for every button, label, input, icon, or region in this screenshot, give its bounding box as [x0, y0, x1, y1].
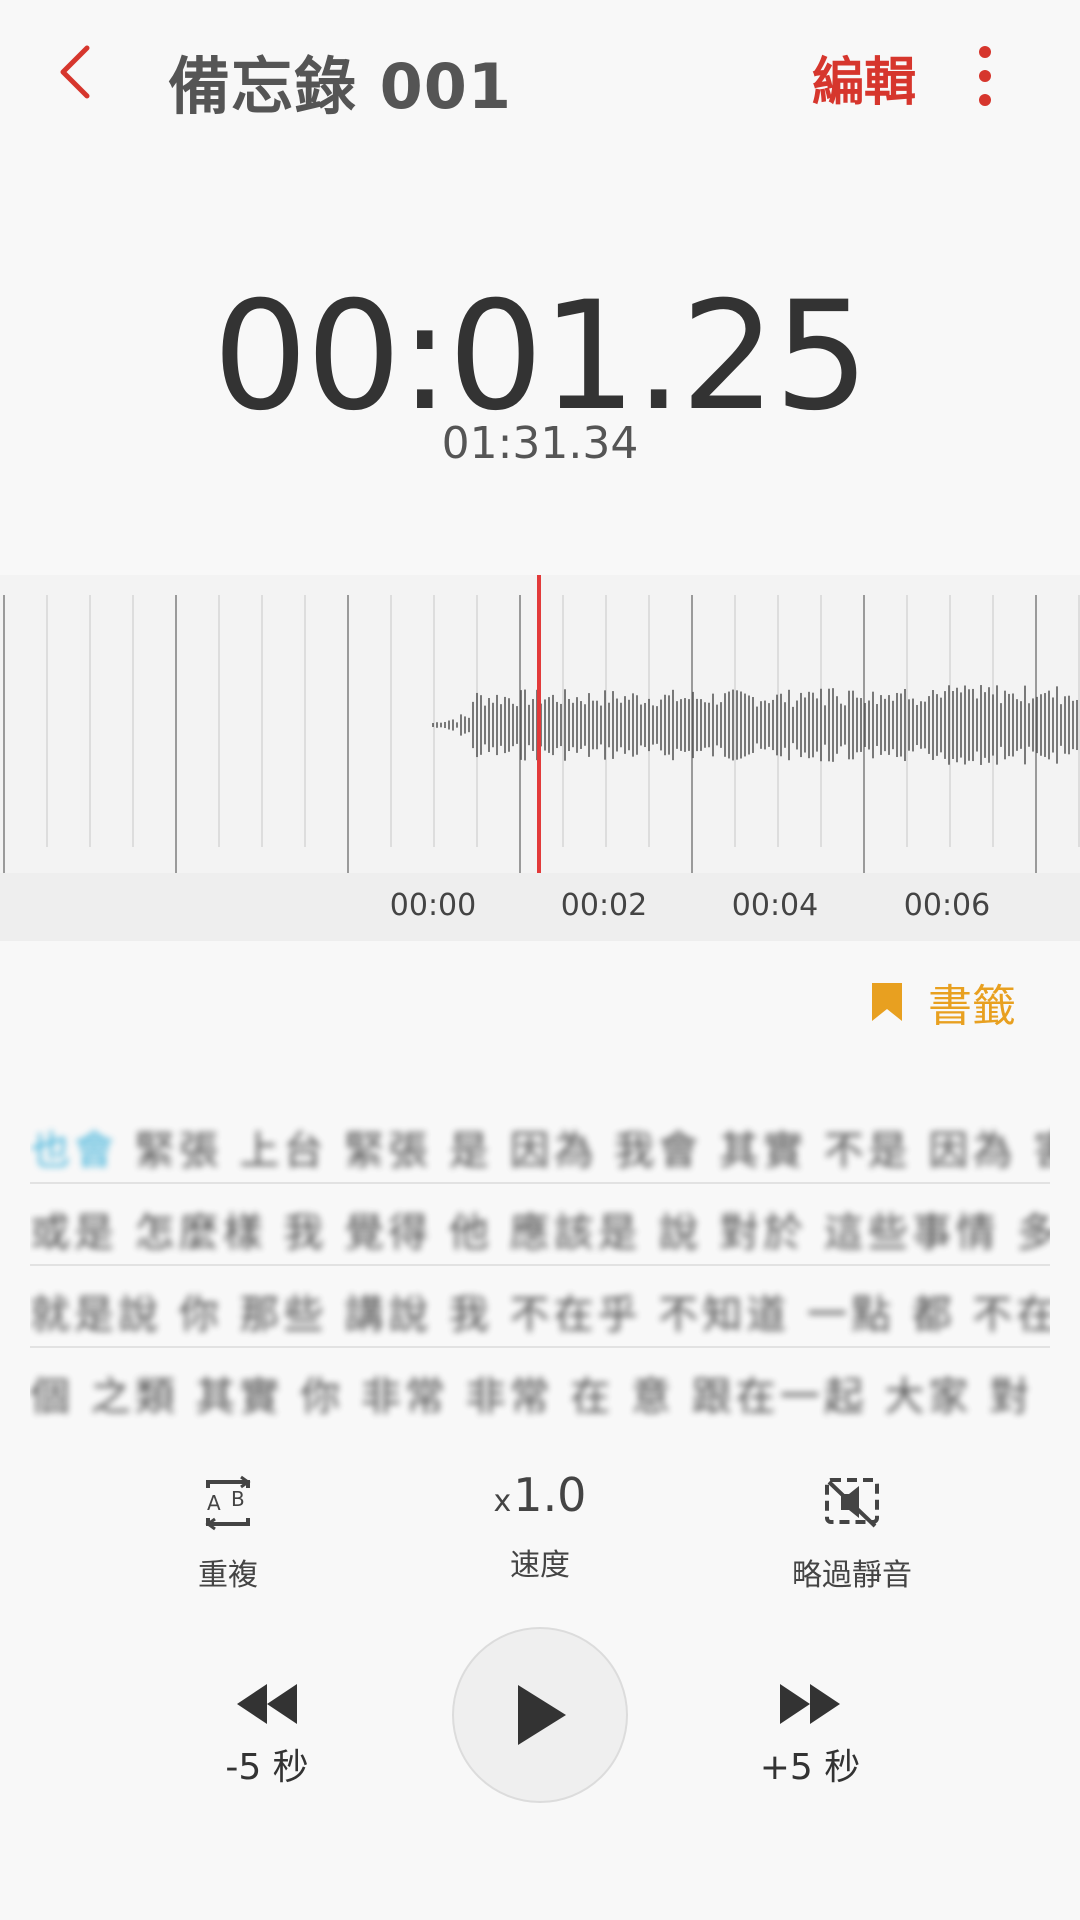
- waveform[interactable]: [0, 575, 1080, 873]
- tick-label: 00:02: [560, 888, 648, 923]
- transcript-line[interactable]: 或是 怎麼樣 我 覺得 他 應該是 說 對於 這些事情 多謝 也: [30, 1184, 1050, 1266]
- speed-label: 速度: [510, 1548, 570, 1583]
- transcript-text: 緊張 上台 緊張 是 因為 我會 其實 不是 因為 害怕: [118, 1128, 1050, 1174]
- transcript-text: 或是 怎麼樣 我 覺得 他 應該是 說 對於 這些事情 多謝 也: [30, 1210, 1050, 1256]
- app-header: 備忘錄 001 編輯: [0, 0, 1080, 150]
- transcript-current-word: 也會: [30, 1128, 118, 1174]
- repeat-button[interactable]: A B 重複: [118, 1474, 338, 1594]
- chevron-left-icon: [60, 45, 90, 99]
- rewind-label: -5 秒: [225, 1747, 309, 1788]
- transcript-line[interactable]: 個 之類 其實 你 非常 非常 在 意 跟在一起 大家 對 重點: [30, 1348, 1050, 1428]
- speed-value: x1.0: [430, 1468, 650, 1522]
- fast-forward-icon: [780, 1684, 840, 1724]
- tick-label: 00:04: [731, 888, 819, 923]
- transcript-text: 就是說 你 那些 講說 我 不在乎 不知道 一點 都 不在意 這: [30, 1292, 1050, 1338]
- edit-button[interactable]: 編輯: [812, 40, 916, 115]
- repeat-label: 重複: [198, 1558, 258, 1593]
- more-vert-icon-dot: [979, 94, 991, 106]
- waveform-graph: [3, 575, 1080, 873]
- tick-label: 00:00: [389, 888, 477, 923]
- bookmark-button[interactable]: 書籤: [870, 970, 1016, 1034]
- skip-silence-button[interactable]: 略過靜音: [742, 1474, 962, 1594]
- play-icon: [518, 1685, 566, 1745]
- rewind-button[interactable]: -5 秒: [177, 1682, 357, 1790]
- speed-prefix: x: [493, 1484, 512, 1519]
- transcript-line[interactable]: 也會 緊張 上台 緊張 是 因為 我會 其實 不是 因為 害怕: [30, 1102, 1050, 1184]
- transcript-text: 個 之類 其實 你 非常 非常 在 意 跟在一起 大家 對: [30, 1374, 1034, 1420]
- ab-repeat-icon: A B: [205, 1475, 251, 1531]
- tick-label: 00:06: [903, 888, 991, 923]
- play-button[interactable]: [452, 1627, 628, 1803]
- svg-text:A: A: [207, 1491, 221, 1515]
- rewind-icon: [237, 1684, 297, 1724]
- bookmark-icon: [872, 983, 902, 1021]
- skip-silence-icon: [825, 1478, 879, 1528]
- svg-text:B: B: [231, 1487, 245, 1511]
- forward-label: +5 秒: [759, 1747, 861, 1788]
- page-title: 備忘錄 001: [168, 50, 513, 123]
- transcript: 也會 緊張 上台 緊張 是 因為 我會 其實 不是 因為 害怕 或是 怎麼樣 我…: [30, 1102, 1050, 1428]
- transcript-line[interactable]: 就是說 你 那些 講說 我 不在乎 不知道 一點 都 不在意 這: [30, 1266, 1050, 1348]
- forward-button[interactable]: +5 秒: [720, 1682, 900, 1790]
- back-button[interactable]: [40, 32, 110, 112]
- speed-number: 1.0: [513, 1468, 587, 1522]
- more-vert-icon-dot: [979, 70, 991, 82]
- more-options-button[interactable]: [950, 36, 1020, 116]
- skip-silence-label: 略過靜音: [792, 1558, 912, 1593]
- speed-button[interactable]: x1.0 速度: [430, 1468, 650, 1584]
- more-vert-icon: [979, 46, 991, 58]
- transcript-text-clear: 重點: [1033, 1374, 1051, 1420]
- bookmark-label: 書籤: [928, 981, 1016, 1032]
- total-duration: 01:31.34: [441, 418, 639, 469]
